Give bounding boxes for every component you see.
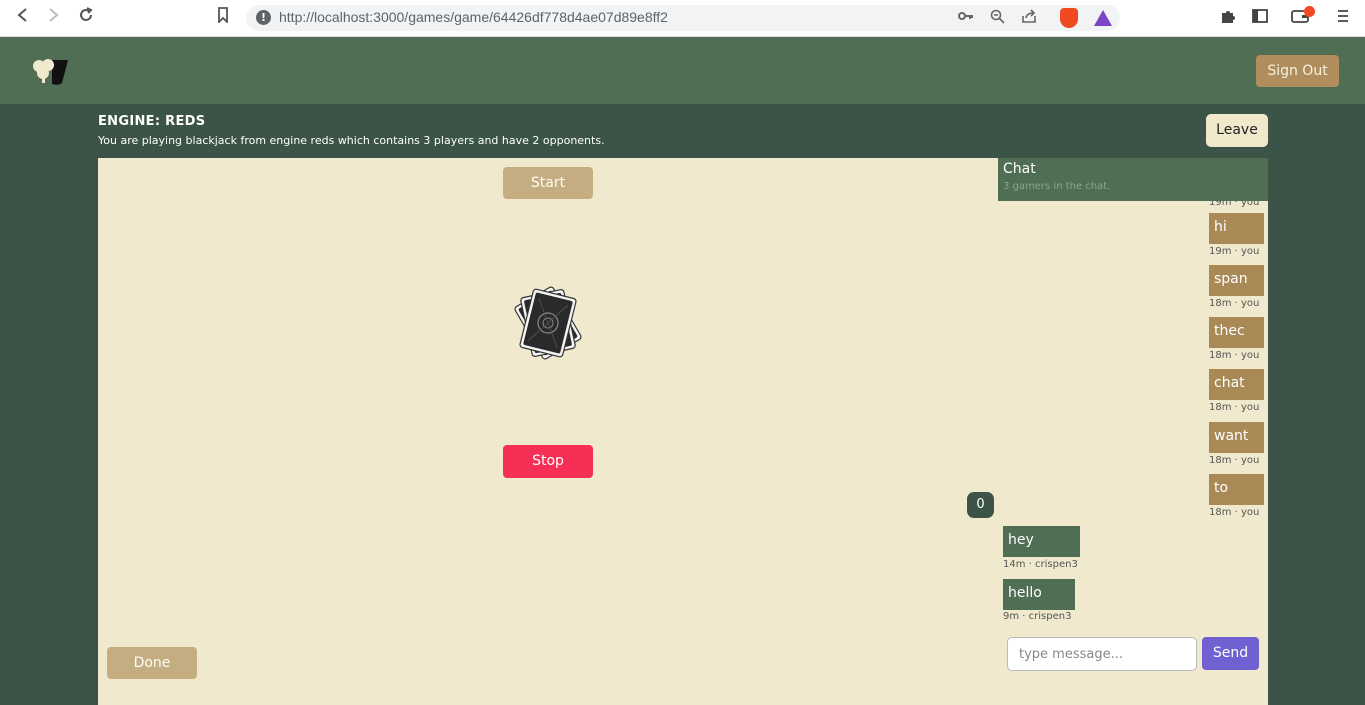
stop-button[interactable]: Stop xyxy=(503,445,593,478)
game-description: You are playing blackjack from engine re… xyxy=(98,134,605,147)
game-table: Start Stop Done 0 Chat 3 gamers in the c… xyxy=(98,158,1268,705)
message-input[interactable] xyxy=(1007,637,1197,671)
notification-dot xyxy=(1304,6,1315,17)
chat-message: hey xyxy=(1003,526,1080,557)
reload-icon[interactable] xyxy=(74,7,98,29)
app-header: Sign Out xyxy=(0,37,1365,104)
brave-rewards-icon[interactable] xyxy=(1094,10,1112,26)
chat-message: thec xyxy=(1209,317,1264,348)
url-text[interactable]: http://localhost:3000/games/game/64426df… xyxy=(279,9,668,25)
key-icon[interactable] xyxy=(957,9,975,27)
address-bar[interactable]: ! http://localhost:3000/games/game/64426… xyxy=(246,5,1120,31)
message-meta: 18m · you xyxy=(1209,298,1260,309)
message-meta: 18m · you xyxy=(1209,350,1260,361)
sign-out-button[interactable]: Sign Out xyxy=(1256,55,1339,87)
message-meta: 18m · you xyxy=(1209,455,1260,466)
start-button[interactable]: Start xyxy=(503,167,593,199)
done-button[interactable]: Done xyxy=(107,647,197,679)
browser-toolbar: ! http://localhost:3000/games/game/64426… xyxy=(0,0,1365,37)
chat-header: Chat 3 gamers in the chat. xyxy=(998,158,1268,201)
message-meta: 18m · you xyxy=(1209,507,1260,518)
card-deck-icon[interactable] xyxy=(505,280,591,366)
chat-message: chat xyxy=(1209,369,1264,400)
clover-spade-logo[interactable] xyxy=(28,55,72,87)
chat-message: span xyxy=(1209,265,1264,296)
chat-subtitle: 3 gamers in the chat. xyxy=(1003,181,1111,192)
send-button[interactable]: Send xyxy=(1202,637,1259,670)
leave-button[interactable]: Leave xyxy=(1206,114,1268,147)
message-meta: 19m · you xyxy=(1209,246,1260,257)
engine-title: ENGINE: REDS xyxy=(98,114,206,129)
message-meta: 9m · crispen3 xyxy=(1003,611,1072,622)
chat-message: hello xyxy=(1003,579,1075,610)
menu-icon[interactable] xyxy=(1333,8,1353,28)
chat-title: Chat xyxy=(1003,161,1036,177)
chat-message: want xyxy=(1209,422,1264,453)
not-secure-icon[interactable]: ! xyxy=(256,10,271,25)
message-meta: 18m · you xyxy=(1209,402,1260,413)
sidebar-icon[interactable] xyxy=(1250,8,1270,28)
arrow-right-icon[interactable] xyxy=(42,7,66,29)
puzzle-icon[interactable] xyxy=(1218,8,1238,28)
share-icon[interactable] xyxy=(1020,9,1038,27)
score-count-badge: 0 xyxy=(967,492,994,518)
zoom-icon[interactable] xyxy=(988,9,1006,27)
arrow-left-icon[interactable] xyxy=(10,7,34,29)
chat-message: to xyxy=(1209,474,1264,505)
chat-message: hi xyxy=(1209,213,1264,244)
message-meta: 14m · crispen3 xyxy=(1003,559,1078,570)
brave-shield-icon[interactable] xyxy=(1060,8,1078,28)
bookmark-icon[interactable] xyxy=(211,7,235,29)
